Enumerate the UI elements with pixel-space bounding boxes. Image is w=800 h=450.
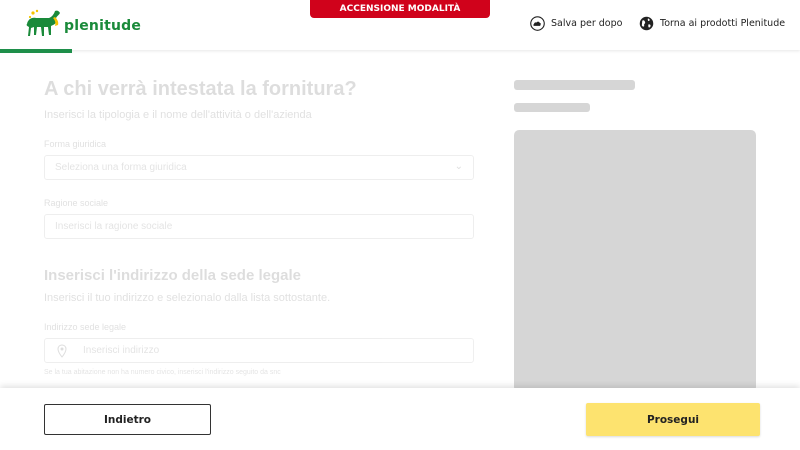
- save-for-later-link[interactable]: Salva per dopo: [530, 16, 622, 31]
- address-section-subtitle: Inserisci il tuo indirizzo e selezionalo…: [44, 292, 331, 304]
- legal-form-label: Forma giuridica: [44, 139, 107, 149]
- address-hint: Se la tua abitazione non ha numero civic…: [44, 369, 281, 376]
- globe-icon: [639, 16, 654, 31]
- back-to-products-label: Torna ai prodotti Plenitude: [660, 18, 786, 29]
- form-subtitle: Inserisci la tipologia e il nome dell'at…: [44, 109, 312, 121]
- skeleton-subtitle-placeholder: [514, 103, 590, 112]
- progress-bar: [0, 49, 72, 53]
- address-label: Indirizzo sede legale: [44, 322, 127, 332]
- six-legged-dog-logo-icon: [26, 9, 60, 36]
- company-name-placeholder: Inserisci la ragione sociale: [55, 221, 173, 232]
- plenitude-logo[interactable]: plenitude: [24, 8, 141, 42]
- back-to-products-link[interactable]: Torna ai prodotti Plenitude: [639, 16, 785, 31]
- skeleton-title-placeholder: [514, 80, 635, 90]
- next-button[interactable]: Prosegui: [586, 403, 760, 436]
- test-mode-banner: ACCENSIONE MODALITÀ COLLAUDO...: [310, 0, 490, 32]
- skeleton-summary-card: [514, 130, 756, 392]
- legal-form-placeholder: Seleziona una forma giuridica: [55, 162, 187, 173]
- footer-bar: Indietro Prosegui: [0, 388, 800, 450]
- back-button[interactable]: Indietro: [44, 404, 211, 435]
- address-placeholder: Inserisci indirizzo: [83, 345, 160, 356]
- save-for-later-label: Salva per dopo: [551, 18, 623, 29]
- top-header: plenitude ACCENSIONE MODALITÀ COLLAUDO..…: [0, 0, 800, 53]
- company-name-label: Ragione sociale: [44, 198, 109, 208]
- chevron-down-icon: ⌄: [454, 161, 463, 172]
- cloud-save-icon: [530, 16, 545, 31]
- company-form: A chi verrà intestata la fornitura? Inse…: [44, 60, 474, 376]
- legal-form-select[interactable]: Seleziona una forma giuridica ⌄: [44, 155, 474, 180]
- company-name-input[interactable]: Inserisci la ragione sociale: [44, 214, 474, 239]
- address-section-title: Inserisci l'indirizzo della sede legale: [44, 267, 301, 284]
- location-pin-icon: [57, 344, 67, 358]
- form-title: A chi verrà intestata la fornitura?: [44, 78, 357, 100]
- logo-text: plenitude: [64, 18, 142, 34]
- address-input[interactable]: Inserisci indirizzo: [44, 338, 474, 363]
